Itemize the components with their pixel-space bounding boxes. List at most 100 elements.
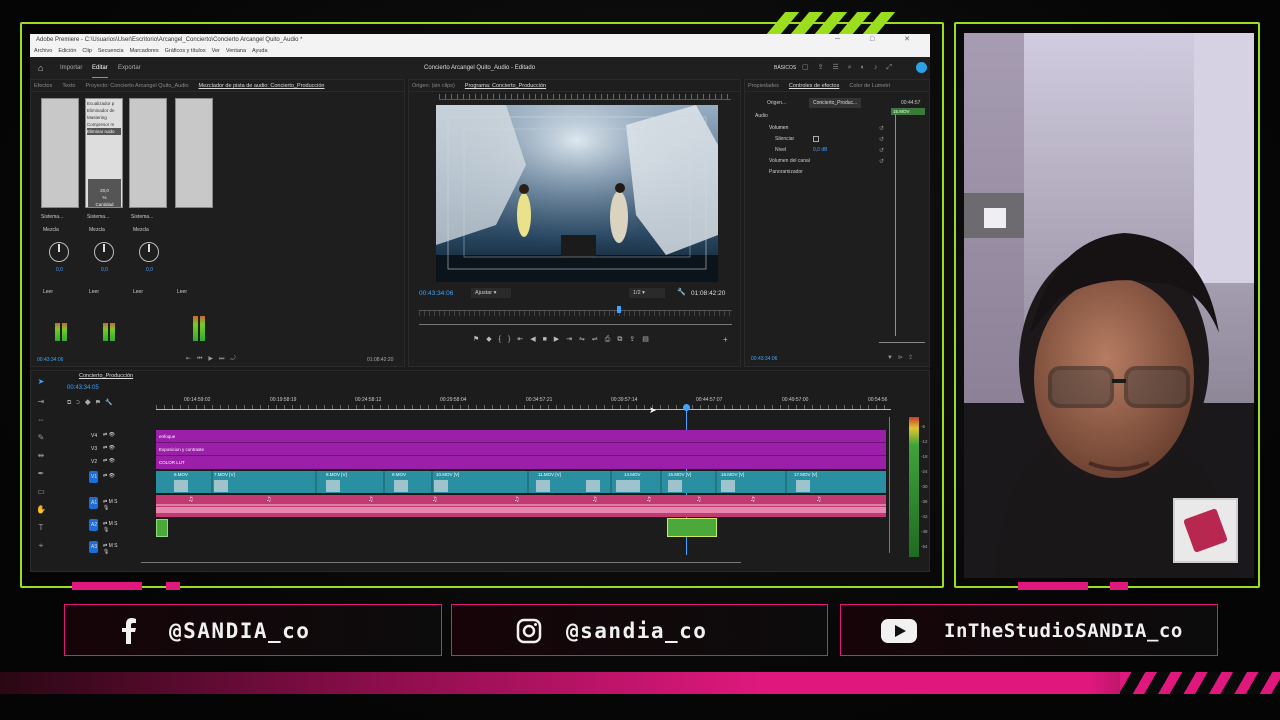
- row-nivel[interactable]: Nivel: [775, 147, 786, 153]
- reset-icons[interactable]: ↺ ↺ ↺ ↺: [879, 124, 884, 168]
- track-header-a1[interactable]: A1 ⇄ M S 🎙: [31, 497, 119, 511]
- effect-strip[interactable]: [41, 98, 79, 208]
- mode-0[interactable]: Mezcla: [43, 227, 59, 233]
- add-button-icon[interactable]: +: [723, 335, 728, 344]
- row-volumen[interactable]: Volumen: [769, 125, 788, 131]
- workspace-preset[interactable]: BÁSICOS: [774, 57, 796, 79]
- tab-controles[interactable]: Controles de efectos: [789, 83, 839, 89]
- tab-programa[interactable]: Programa: Concierto_Producción: [465, 83, 546, 89]
- menu-item[interactable]: Marcadores: [130, 48, 159, 54]
- menu-item[interactable]: Gráficos y títulos: [165, 48, 206, 54]
- tab-exportar[interactable]: Exportar: [118, 57, 141, 79]
- menu-item[interactable]: Clip: [82, 48, 91, 54]
- pan-knob[interactable]: [49, 242, 69, 262]
- clip-label[interactable]: 9.MOV: [392, 472, 406, 477]
- tab-editar[interactable]: Editar: [92, 59, 108, 78]
- clip-bar[interactable]: 15.MOV: [891, 108, 925, 115]
- track-header-v2[interactable]: V2 ⇄ 👁: [31, 456, 119, 470]
- menu-item[interactable]: Ver: [212, 48, 220, 54]
- clip-label[interactable]: 6.MOV: [174, 472, 188, 477]
- timeline-toolbar[interactable]: ⧉⊃◆⚑🔧: [67, 399, 118, 407]
- social-facebook[interactable]: @SANDIA_co: [64, 604, 442, 656]
- a1-audio-clip[interactable]: ♫ ♫ ♫ ♫ ♫ ♫ ♫ ♫ ♫ ♫: [156, 495, 886, 517]
- window-controls[interactable]: ─ □ ✕: [835, 35, 924, 43]
- route-1[interactable]: Sistema...: [87, 214, 109, 220]
- ripple-edit-icon[interactable]: ⇔: [36, 415, 46, 425]
- menu-item[interactable]: Secuencia: [98, 48, 124, 54]
- timeline-hscroll[interactable]: [141, 562, 741, 563]
- clip-label[interactable]: 14.MOV: [624, 472, 641, 477]
- pan-knob[interactable]: [94, 242, 114, 262]
- effect-strip[interactable]: Ecualizador p Eliminador de Mastering Co…: [85, 98, 123, 208]
- tab-importar[interactable]: Importar: [60, 57, 82, 79]
- track-header-a2[interactable]: A2 ⇄ M S 🎙: [31, 519, 119, 533]
- row-volumen-canal[interactable]: Volumen del canal: [769, 158, 810, 164]
- clip-label[interactable]: 17.MOV [V]: [794, 472, 817, 477]
- row-panoramizador[interactable]: Panoramizador: [769, 169, 803, 175]
- pan-knob[interactable]: [139, 242, 159, 262]
- source-selector[interactable]: Origen...: [767, 100, 786, 106]
- rect-tool-icon[interactable]: ▭: [36, 487, 46, 497]
- route-2[interactable]: Sistema...: [131, 214, 153, 220]
- timeline-ruler[interactable]: 00:14:59:02 00:19:58:19 00:24:58:12 00:2…: [156, 397, 891, 411]
- auto-3[interactable]: Leer: [177, 289, 187, 295]
- adjustment-clip-lut[interactable]: COLOR LUT: [156, 456, 886, 469]
- track-header-v1[interactable]: V1 ⇄ 👁: [31, 471, 119, 485]
- mode-1[interactable]: Mezcla: [89, 227, 105, 233]
- clip-label[interactable]: 15.MOV [V]: [668, 472, 691, 477]
- selection-tool-icon[interactable]: ➤: [36, 377, 46, 387]
- auto-2[interactable]: Leer: [133, 289, 143, 295]
- tab-efectos[interactable]: Efectos: [34, 83, 52, 89]
- timeline-vscroll[interactable]: [889, 417, 892, 553]
- resolution-dropdown[interactable]: 1/2 ▾: [629, 288, 665, 298]
- tab-lumetri[interactable]: Color de Lumetri: [849, 83, 890, 89]
- effect-strip[interactable]: [129, 98, 167, 208]
- tab-origen[interactable]: Origen: (sin clips): [412, 83, 455, 89]
- auto-0[interactable]: Leer: [43, 289, 53, 295]
- clip-label[interactable]: 16.MOV [V]: [721, 472, 744, 477]
- adjustment-clip-exposicion[interactable]: Exposicion y contraste: [156, 443, 886, 456]
- timeline-tab[interactable]: Concierto_Producción: [79, 373, 133, 379]
- menu-item[interactable]: Ventana: [226, 48, 246, 54]
- social-instagram[interactable]: @sandia_co: [451, 604, 828, 656]
- share-icon[interactable]: [916, 62, 927, 73]
- wrench-icon[interactable]: 🔧: [677, 288, 686, 296]
- auto-1[interactable]: Leer: [89, 289, 99, 295]
- clip-label[interactable]: 8.MOV [V]: [326, 472, 347, 477]
- mute-checkbox[interactable]: [813, 136, 819, 142]
- monitor-zoom-bar[interactable]: [419, 324, 732, 325]
- mixer-transport[interactable]: ⇤⏮▶⏭⤾: [186, 355, 241, 363]
- mode-2[interactable]: Mezcla: [133, 227, 149, 233]
- tab-propiedades[interactable]: Propiedades: [748, 83, 779, 89]
- track-header-v4[interactable]: V4 ⇄ 👁: [31, 430, 119, 444]
- effect-item[interactable]: Compresor m: [87, 121, 121, 128]
- effect-strip[interactable]: [175, 98, 213, 208]
- track-header-v3[interactable]: V3 ⇄ 👁: [31, 443, 119, 457]
- fit-dropdown[interactable]: Ajustar ▾: [471, 288, 511, 298]
- menu-item[interactable]: Archivo: [34, 48, 52, 54]
- effect-item[interactable]: Ecualizador p: [87, 100, 121, 107]
- transport-controls[interactable]: ⚑◆{}⇤◀■▶⇥⇋⇌⎙⧉⇪▤: [473, 335, 656, 344]
- tab-texto[interactable]: Texto: [62, 83, 75, 89]
- tab-mezclador[interactable]: Mezclador de pista de audio: Concierto_P…: [199, 83, 325, 89]
- menu-item[interactable]: Edición: [58, 48, 76, 54]
- a2-selected-clip[interactable]: [667, 518, 717, 537]
- clip-label[interactable]: 7.MOV [V]: [214, 472, 235, 477]
- home-icon[interactable]: ⌂: [38, 57, 43, 79]
- effect-item[interactable]: Eliminador de: [87, 107, 121, 114]
- social-youtube[interactable]: InTheStudioSANDIA_co: [840, 604, 1218, 656]
- monitor-scrubber[interactable]: [419, 310, 732, 316]
- effect-item[interactable]: Eliminar ruido: [87, 128, 121, 135]
- adjustment-clip-enfoque[interactable]: enfoque: [156, 430, 886, 443]
- playhead-icon[interactable]: [617, 306, 621, 313]
- row-silenciar[interactable]: Silenciar: [775, 136, 794, 142]
- filter-icons[interactable]: ▼⊳⇪: [887, 354, 918, 361]
- track-select-icon[interactable]: ⇥: [36, 397, 46, 407]
- effect-item[interactable]: Mastering: [87, 114, 121, 121]
- toolbar-icons[interactable]: ▢⇪☰⌕◐♪⤢: [802, 57, 901, 79]
- clip-label[interactable]: 10.MOV [V]: [436, 472, 459, 477]
- effects-scroll[interactable]: [879, 342, 925, 343]
- effect-knob[interactable]: 20,0 % Cantidad: [88, 179, 121, 207]
- sequence-selector[interactable]: Concierto_Produc...: [809, 98, 862, 108]
- a2-audio-clip[interactable]: [156, 519, 168, 537]
